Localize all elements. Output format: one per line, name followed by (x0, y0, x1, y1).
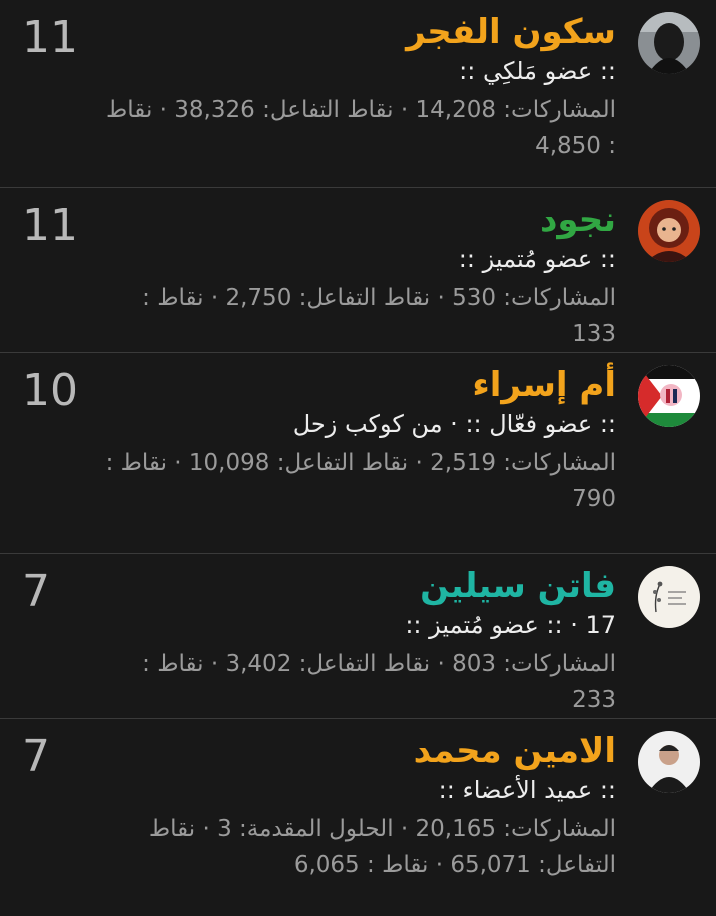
man-portrait-avatar[interactable] (638, 731, 700, 793)
member-name[interactable]: نجود (96, 198, 616, 242)
member-stats: المشاركات: 2,519 · نقاط التفاعل: 10,098 … (105, 450, 616, 512)
reaction-count: 7 (22, 566, 50, 617)
member-name[interactable]: أم إسراء (96, 363, 616, 407)
member-stats: المشاركات: 14,208 · نقاط التفاعل: 38,326… (106, 97, 616, 159)
members-list: سكون الفجر :: عضو مَلكِي :: المشاركات: 1… (0, 0, 716, 916)
member-row[interactable]: الامين محمد :: عميد الأعضاء :: المشاركات… (0, 719, 716, 916)
member-name[interactable]: الامين محمد (96, 729, 616, 773)
member-title: :: عضو فعّال :: · من كوكب زحل (292, 410, 616, 438)
member-name[interactable]: فاتن سيلين (96, 564, 616, 608)
member-stats: المشاركات: 20,165 · الحلول المقدمة: 3 · … (148, 816, 616, 878)
member-stats: المشاركات: 530 · نقاط التفاعل: 2,750 · ن… (142, 285, 616, 347)
member-row[interactable]: أم إسراء :: عضو فعّال :: · من كوكب زحل ا… (0, 353, 716, 554)
member-row[interactable]: سكون الفجر :: عضو مَلكِي :: المشاركات: 1… (0, 0, 716, 188)
member-title: 17 · :: عضو مُتميز :: (405, 611, 616, 639)
floral-signature-avatar[interactable] (638, 566, 700, 628)
reaction-count: 10 (22, 365, 78, 416)
member-stats: المشاركات: 803 · نقاط التفاعل: 3,402 · ن… (142, 651, 616, 713)
member-title: :: عضو مَلكِي :: (459, 57, 616, 85)
member-row[interactable]: نجود :: عضو مُتميز :: المشاركات: 530 · ن… (0, 188, 716, 353)
veiled-woman-avatar[interactable] (638, 12, 700, 74)
member-title: :: عضو مُتميز :: (458, 245, 616, 273)
member-name[interactable]: سكون الفجر (96, 10, 616, 54)
member-title: :: عميد الأعضاء :: (438, 776, 616, 804)
reaction-count: 11 (22, 200, 78, 251)
child-in-hood-avatar[interactable] (638, 200, 700, 262)
member-row[interactable]: فاتن سيلين 17 · :: عضو مُتميز :: المشارك… (0, 554, 716, 719)
reaction-count: 7 (22, 731, 50, 782)
palestine-flag-avatar[interactable] (638, 365, 700, 427)
reaction-count: 11 (22, 12, 78, 63)
